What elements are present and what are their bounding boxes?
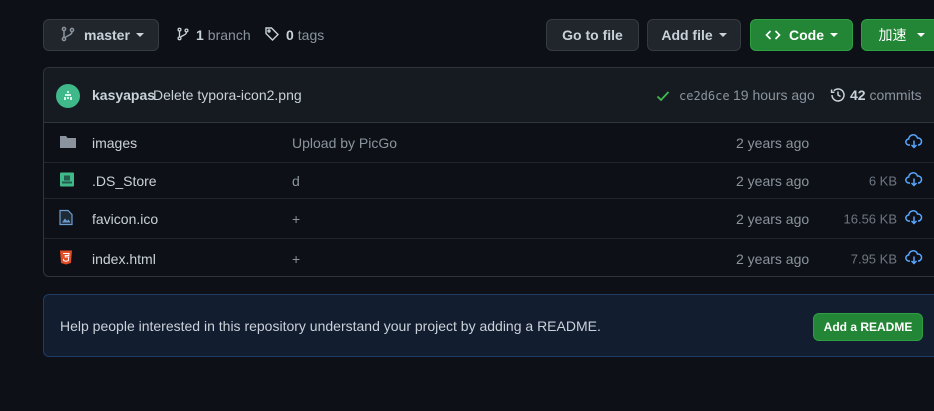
code-button[interactable]: Code [750,19,853,51]
add-file-button[interactable]: Add file [647,19,741,51]
file-rows: images Upload by PicGo 2 years ago .DS_S… [44,123,934,276]
table-row[interactable]: index.html + 2 years ago 7.95 KB [44,239,934,276]
file-name[interactable]: index.html [92,251,156,267]
repo-toolbar: master 1 branch 0 tags Go to file Add fi… [43,19,934,51]
file-size: 6 KB [868,173,897,188]
table-row[interactable]: images Upload by PicGo 2 years ago [44,123,934,163]
file-size: 7.95 KB [850,251,897,267]
go-to-file-button[interactable]: Go to file [546,19,639,51]
file-commit-message[interactable]: + [292,251,300,267]
file-size: 16.56 KB [843,211,898,226]
branches-link[interactable]: 1 branch [176,19,251,51]
file-time: 2 years ago [736,172,810,189]
file-icon [59,171,75,190]
commits-link[interactable]: 42 commits [850,87,922,103]
commit-label: commits [869,87,922,103]
git-branch-icon [176,26,190,45]
cloud-download-icon[interactable] [905,209,923,228]
file-name[interactable]: favicon.ico [92,211,158,227]
branch-name: master [84,27,130,43]
file-commit-message[interactable]: d [292,173,300,189]
go-to-file-label: Go to file [562,27,623,43]
chevron-down-icon [830,33,838,37]
file-name[interactable]: images [92,135,137,151]
history-icon [830,87,846,106]
file-commit-message[interactable]: Upload by PicGo [292,135,397,151]
code-icon [765,27,781,43]
add-readme-label: Add a README [823,320,913,334]
commit-sha[interactable]: ce2d6ce [679,89,730,103]
add-readme-button[interactable]: Add a README [813,313,923,341]
branch-count: 1 [196,27,204,43]
file-time: 2 years ago [736,210,810,227]
add-file-label: Add file [661,27,713,43]
readme-prompt-text: Help people interested in this repositor… [60,318,601,334]
tag-label: tags [297,27,325,43]
file-name[interactable]: .DS_Store [92,173,157,189]
git-branch-icon [60,26,76,45]
file-time: 2 years ago [736,251,810,267]
chevron-down-icon [718,33,727,37]
branch-label: branch [207,27,251,43]
file-time: 2 years ago [736,134,810,151]
commit-author[interactable]: kasyapas [92,87,155,103]
table-row[interactable]: .DS_Store d 2 years ago 6 KB [44,163,934,199]
commit-message[interactable]: Delete typora-icon2.png [153,87,302,103]
tag-count: 0 [286,27,294,43]
image-file-icon [59,209,73,228]
folder-icon [59,133,77,152]
avatar[interactable] [56,84,80,108]
code-label: Code [789,27,824,43]
tags-link[interactable]: 0 tags [264,19,324,51]
accelerate-label: 加速 [878,27,907,43]
chevron-down-icon [135,33,144,37]
repo-file-browser: master 1 branch 0 tags Go to file Add fi… [0,0,934,411]
tag-icon [264,26,280,45]
commit-time: 19 hours ago [733,87,815,103]
chevron-down-icon [916,33,925,37]
html5-icon [59,250,73,269]
file-commit-message[interactable]: + [292,211,300,227]
readme-banner: Help people interested in this repositor… [43,294,934,357]
cloud-download-icon[interactable] [905,171,923,190]
file-list-box: kasyapas Delete typora-icon2.png ce2d6ce… [43,67,934,277]
cloud-download-icon[interactable] [905,250,923,269]
commit-count: 42 [850,87,866,103]
cloud-download-icon[interactable] [905,133,923,152]
latest-commit-bar: kasyapas Delete typora-icon2.png ce2d6ce… [44,68,934,123]
check-icon[interactable] [655,88,671,107]
table-row[interactable]: favicon.ico + 2 years ago 16.56 KB [44,199,934,239]
accelerate-button[interactable]: 加速 [861,19,934,51]
branch-selector-button[interactable]: master [43,19,159,51]
